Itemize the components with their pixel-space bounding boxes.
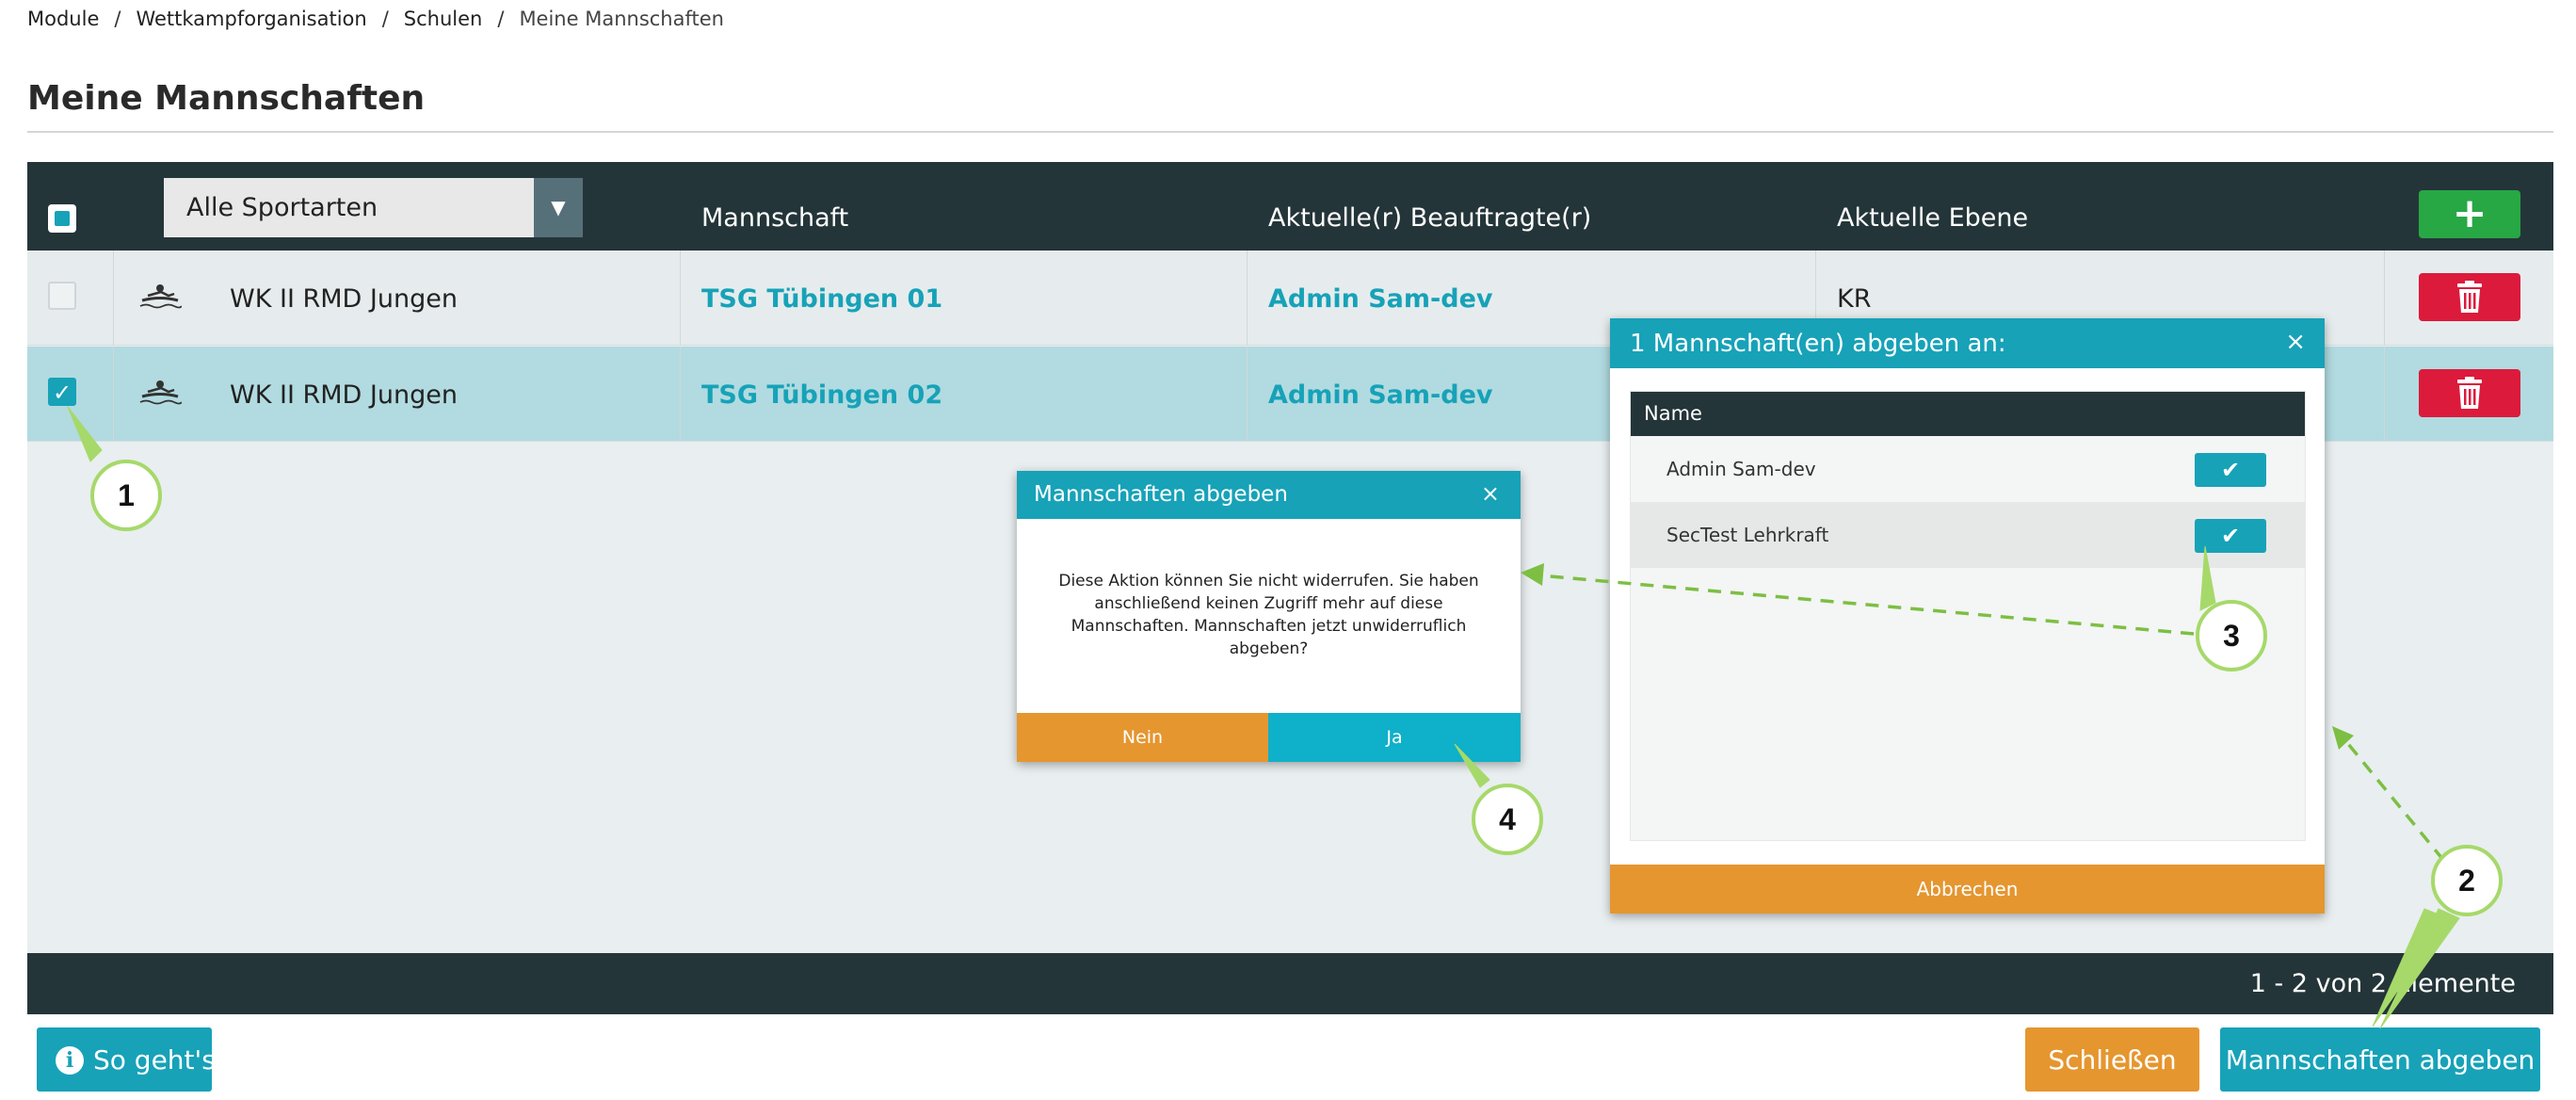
close-button[interactable]: Schließen xyxy=(2025,1027,2199,1092)
confirm-dialog: Mannschaften abgeben × Diese Aktion könn… xyxy=(1017,471,1521,762)
callout-1: 1 xyxy=(90,460,162,531)
cancel-button[interactable]: Abbrechen xyxy=(1610,865,2325,914)
callout-4: 4 xyxy=(1472,784,1543,855)
level-value: KR xyxy=(1837,284,1872,314)
dialog-title: Mannschaften abgeben xyxy=(1034,482,1288,507)
breadcrumb-item-wettkampforganisation[interactable]: Wettkampforganisation xyxy=(136,8,366,30)
team-link[interactable]: TSG Tübingen 01 xyxy=(701,284,942,314)
grid-footer: 1 - 2 von 2 Elemente xyxy=(27,953,2553,1014)
info-icon: i xyxy=(56,1046,84,1075)
delete-button[interactable] xyxy=(2419,369,2520,417)
competition-name: WK II RMD Jungen xyxy=(230,380,458,410)
breadcrumb-separator: / xyxy=(381,8,389,30)
trash-icon xyxy=(2457,281,2482,313)
owner-link[interactable]: Admin Sam-dev xyxy=(1268,284,1492,314)
row-checkbox[interactable] xyxy=(48,282,76,310)
help-button[interactable]: i So geht's xyxy=(37,1027,216,1092)
grid-header: Alle Sportarten ▼ Mannschaft Aktuelle(r)… xyxy=(27,162,2553,251)
column-header-team[interactable]: Mannschaft xyxy=(701,203,848,233)
trash-icon xyxy=(2457,377,2482,409)
dialog-title: 1 Mannschaft(en) abgeben an: xyxy=(1630,330,2006,358)
close-button-label: Schließen xyxy=(2048,1044,2177,1076)
close-icon[interactable]: × xyxy=(2285,328,2306,356)
sport-filter-value: Alle Sportarten xyxy=(186,193,378,222)
breadcrumb: Module / Wettkampforganisation / Schulen / Mei… xyxy=(27,8,724,30)
list-item[interactable]: Admin Sam-dev ✔ xyxy=(1631,436,2305,502)
dialog-titlebar: 1 Mannschaft(en) abgeben an: × xyxy=(1610,318,2325,368)
page-title: Meine Mannschaften xyxy=(27,79,426,118)
competition-name: WK II RMD Jungen xyxy=(230,284,458,314)
add-team-button[interactable]: + xyxy=(2419,190,2520,238)
callout-3: 3 xyxy=(2196,600,2267,671)
no-button[interactable]: Nein xyxy=(1017,713,1268,762)
column-header-owner[interactable]: Aktuelle(r) Beauftragte(r) xyxy=(1268,203,1591,233)
list-header-name: Name xyxy=(1644,402,1702,425)
title-divider xyxy=(27,131,2553,133)
team-link[interactable]: TSG Tübingen 02 xyxy=(701,380,942,410)
callout-2: 2 xyxy=(2431,845,2503,916)
pager-info: 1 - 2 von 2 Elemente xyxy=(2249,969,2516,998)
submit-teams-button-label: Mannschaften abgeben xyxy=(2225,1044,2536,1076)
breadcrumb-item-module[interactable]: Module xyxy=(27,8,99,30)
close-icon[interactable]: × xyxy=(1481,480,1500,507)
rowing-icon xyxy=(139,380,182,405)
select-all-checkbox[interactable] xyxy=(48,204,76,233)
rowing-icon xyxy=(139,284,182,309)
plus-icon: + xyxy=(2452,189,2487,237)
list-header: Name xyxy=(1631,392,2305,436)
confirm-message: Diese Aktion können Sie nicht widerrufen… xyxy=(1058,572,1479,658)
select-recipient-button[interactable]: ✔ xyxy=(2195,519,2266,553)
caret-down-icon[interactable]: ▼ xyxy=(534,178,583,237)
owner-link[interactable]: Admin Sam-dev xyxy=(1268,380,1492,410)
row-checkbox-checked[interactable]: ✓ xyxy=(48,378,76,406)
help-button-label: So geht's xyxy=(93,1044,216,1076)
list-item[interactable]: SecTest Lehrkraft ✔ xyxy=(1631,502,2305,568)
check-icon: ✔ xyxy=(2220,457,2241,483)
select-recipient-button[interactable]: ✔ xyxy=(2195,453,2266,487)
breadcrumb-separator: / xyxy=(114,8,121,30)
check-icon: ✔ xyxy=(2220,523,2241,549)
delete-button[interactable] xyxy=(2419,273,2520,321)
submit-teams-button[interactable]: Mannschaften abgeben xyxy=(2220,1027,2540,1092)
recipient-name: Admin Sam-dev xyxy=(1666,458,1816,480)
column-header-level[interactable]: Aktuelle Ebene xyxy=(1837,203,2028,233)
yes-button[interactable]: Ja xyxy=(1268,713,1521,762)
recipient-name: SecTest Lehrkraft xyxy=(1666,524,1829,546)
breadcrumb-item-schulen[interactable]: Schulen xyxy=(404,8,483,30)
sport-filter-dropdown[interactable]: Alle Sportarten ▼ xyxy=(164,178,583,237)
breadcrumb-item-current: Meine Mannschaften xyxy=(519,8,724,30)
breadcrumb-separator: / xyxy=(497,8,505,30)
dialog-titlebar: Mannschaften abgeben × xyxy=(1017,471,1521,519)
